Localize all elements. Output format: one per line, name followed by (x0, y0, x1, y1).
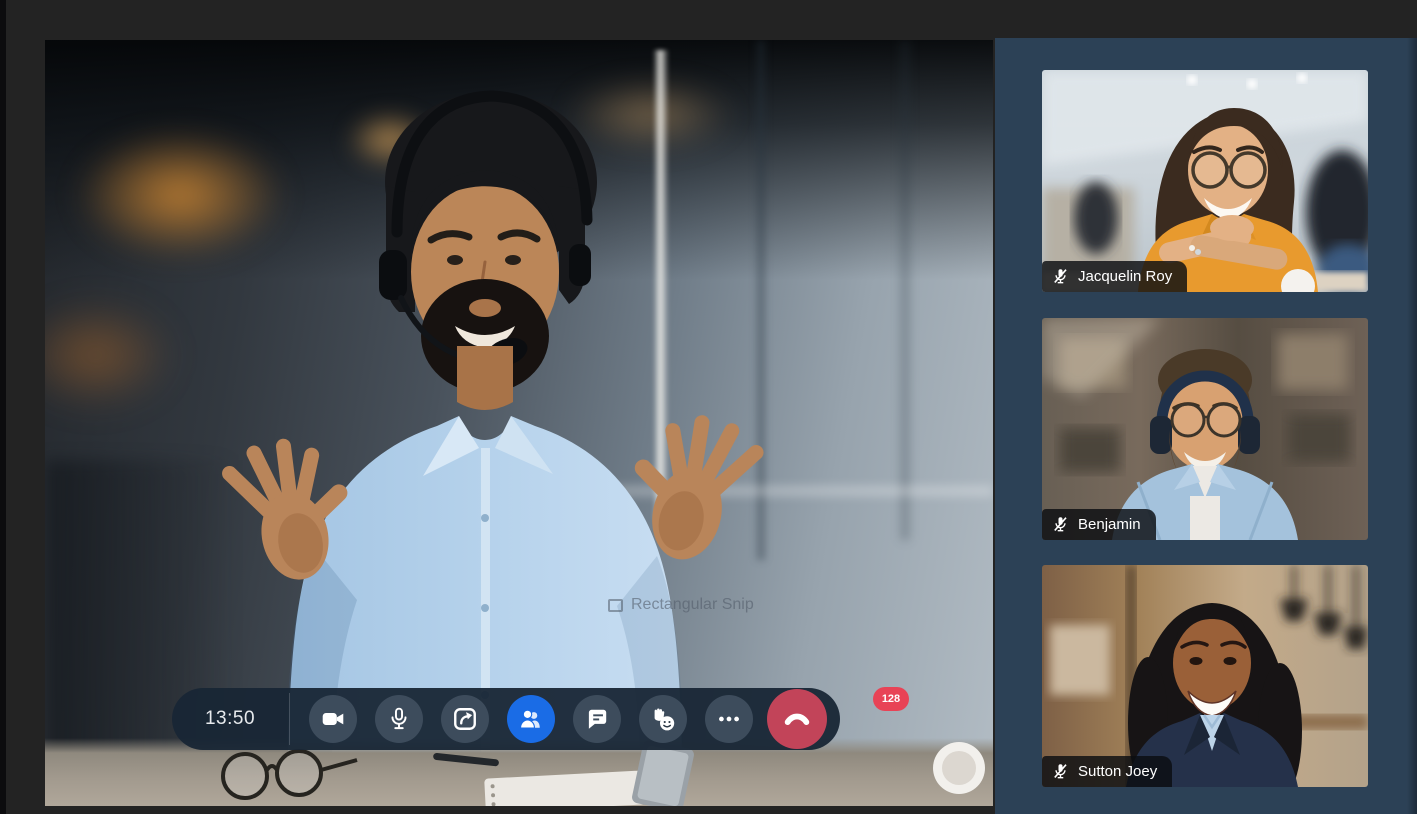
participants-icon (517, 705, 545, 733)
snip-label: Rectangular Snip (631, 596, 754, 614)
participant-name: Jacquelin Roy (1078, 268, 1172, 285)
microphone-icon (386, 706, 412, 732)
mic-muted-icon (1052, 268, 1069, 285)
participant-video-sutton (1042, 565, 1368, 787)
main-speaker-video: Rectangular Snip 13:50 (45, 40, 993, 806)
hang-up-button[interactable] (767, 689, 827, 749)
participant-name: Sutton Joey (1078, 763, 1157, 780)
participant-tile-jacquelin-roy[interactable]: Jacquelin Roy (1042, 70, 1368, 292)
divider (289, 693, 290, 745)
raised-hand-smiley-icon (649, 705, 677, 733)
reactions-button[interactable] (639, 695, 687, 743)
chat-bubble-icon (584, 706, 610, 732)
window-edge (0, 0, 6, 814)
call-clock: 13:50 (172, 688, 288, 750)
share-screen-button[interactable] (441, 695, 489, 743)
participant-tile-sutton-joey[interactable]: Sutton Joey (1042, 565, 1368, 787)
phone-hangup-icon (782, 704, 812, 734)
camera-button[interactable] (309, 695, 357, 743)
mic-muted-icon (1052, 763, 1069, 780)
participant-tile-benjamin[interactable]: Benjamin (1042, 318, 1368, 540)
participants-sidebar: Jacquelin Roy (995, 38, 1417, 814)
participant-video-benjamin (1042, 318, 1368, 540)
meeting-window: Rectangular Snip 13:50 (0, 0, 1417, 814)
participant-video-jacquelin (1042, 70, 1368, 292)
participants-button[interactable]: 128 (507, 695, 555, 743)
participant-name-label: Jacquelin Roy (1042, 261, 1187, 292)
mic-muted-icon (1052, 516, 1069, 533)
participant-name-label: Sutton Joey (1042, 756, 1172, 787)
participant-name: Benjamin (1078, 516, 1141, 533)
participant-name-label: Benjamin (1042, 509, 1156, 540)
sidebar-edge-shadow (1407, 38, 1417, 814)
more-options-button[interactable] (705, 695, 753, 743)
call-control-bar: 13:50 (172, 688, 840, 750)
rectangular-snip-overlay: Rectangular Snip (608, 596, 754, 614)
chat-button[interactable] (573, 695, 621, 743)
microphone-button[interactable] (375, 695, 423, 743)
share-arrow-icon (452, 706, 478, 732)
participants-count-badge: 128 (873, 687, 909, 711)
snip-icon (608, 599, 623, 612)
video-camera-icon (320, 706, 346, 732)
ellipsis-icon (716, 706, 742, 732)
